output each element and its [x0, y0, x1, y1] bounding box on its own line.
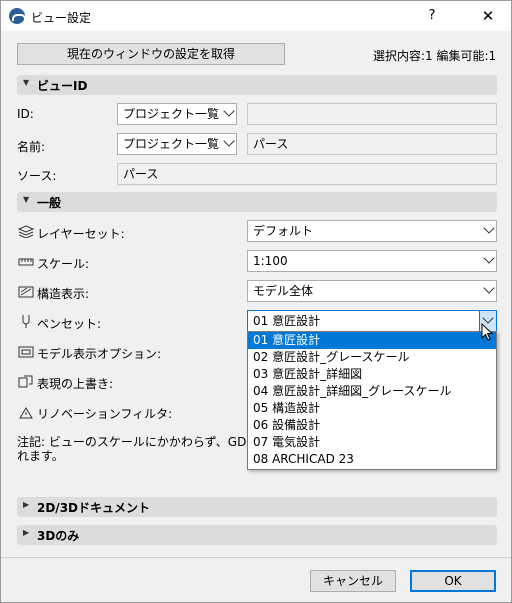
section-general[interactable]: ▼ 一般: [17, 192, 497, 212]
pen-set-option[interactable]: 01 意匠設計: [248, 332, 496, 349]
name-source-value: プロジェクト一覧: [123, 137, 220, 151]
chevron-down-icon: [223, 105, 235, 117]
layer-set-select[interactable]: デフォルト: [247, 220, 497, 242]
scale-value: 1:100: [253, 254, 288, 268]
cancel-button[interactable]: キャンセル: [310, 570, 396, 592]
pen-icon: [22, 315, 30, 328]
title-bar: ビュー設定 ? ✕: [1, 1, 511, 31]
id-source-value: プロジェクト一覧: [123, 107, 220, 121]
note-line-2: れます。: [17, 449, 64, 463]
renovation-filter-icon: [19, 407, 33, 419]
layers-icon: [18, 225, 34, 238]
window-title: ビュー設定: [31, 11, 92, 25]
mouse-cursor-icon: [481, 323, 494, 341]
pen-set-value: 01 意匠設計: [253, 314, 321, 328]
chevron-down-icon: [482, 312, 494, 324]
name-label: 名前:: [17, 140, 46, 154]
pen-set-option[interactable]: 04 意匠設計_詳細図_グレースケール: [248, 383, 496, 400]
section-title: 一般: [37, 196, 62, 210]
name-field[interactable]: パース: [247, 133, 497, 155]
collapsed-arrow-icon: ▶: [23, 528, 30, 537]
selection-info: 選択内容:1 編集可能:1: [373, 49, 497, 63]
layer-set-value: デフォルト: [253, 224, 314, 238]
expand-arrow-icon: ▼: [23, 195, 30, 204]
footer-divider: [1, 557, 511, 558]
section-title: 3Dのみ: [37, 529, 80, 543]
structure-display-select[interactable]: モデル全体: [247, 280, 497, 302]
section-2d-3d-document[interactable]: ▶ 2D/3Dドキュメント: [17, 497, 497, 517]
graphic-override-icon: [18, 375, 33, 388]
pen-set-option[interactable]: 07 電気設計: [248, 434, 496, 451]
expand-arrow-icon: ▼: [23, 78, 30, 87]
scale-label: スケール:: [37, 257, 90, 271]
close-button[interactable]: ✕: [475, 5, 501, 27]
pen-set-option[interactable]: 02 意匠設計_グレースケール: [248, 349, 496, 366]
structure-display-label: 構造表示:: [37, 287, 90, 301]
archicad-app-icon: [9, 8, 26, 24]
model-display-options-label: モデル表示オプション:: [37, 347, 162, 361]
structure-display-value: モデル全体: [253, 284, 314, 298]
ruler-icon: [18, 258, 34, 266]
scale-select[interactable]: 1:100: [247, 250, 497, 272]
layer-set-label: レイヤーセット:: [37, 227, 125, 241]
source-label: ソース:: [17, 169, 57, 183]
section-view-id[interactable]: ▼ ビューID: [17, 75, 497, 95]
pen-set-option[interactable]: 06 設備設計: [248, 417, 496, 434]
name-source-select[interactable]: プロジェクト一覧: [117, 133, 237, 155]
structure-display-icon: [18, 286, 34, 298]
section-title: ビューID: [37, 79, 88, 93]
pen-set-label: ペンセット:: [37, 317, 102, 331]
id-source-select[interactable]: プロジェクト一覧: [117, 103, 237, 125]
chevron-down-icon: [483, 252, 495, 264]
help-button[interactable]: ?: [421, 5, 443, 27]
ok-button[interactable]: OK: [410, 570, 496, 592]
section-3d-only[interactable]: ▶ 3Dのみ: [17, 525, 497, 545]
pen-set-select[interactable]: 01 意匠設計: [247, 310, 497, 332]
pen-set-option[interactable]: 08 ARCHICAD 23: [248, 451, 496, 468]
graphic-override-label: 表現の上書き:: [37, 377, 114, 391]
renovation-filter-label: リノベーションフィルタ:: [37, 407, 173, 421]
id-label: ID:: [17, 107, 34, 121]
pen-set-dropdown-list[interactable]: 01 意匠設計 02 意匠設計_グレースケール 03 意匠設計_詳細図 04 意…: [247, 331, 497, 470]
collapsed-arrow-icon: ▶: [23, 500, 30, 509]
view-settings-dialog: ビュー設定 ? ✕ 現在のウィンドウの設定を取得 選択内容:1 編集可能:1 ▼…: [0, 0, 512, 603]
id-field[interactable]: [247, 103, 497, 125]
model-display-icon: [18, 346, 34, 358]
source-field: パース: [117, 163, 497, 185]
pen-set-option[interactable]: 03 意匠設計_詳細図: [248, 366, 496, 383]
pen-set-option[interactable]: 05 構造設計: [248, 400, 496, 417]
chevron-down-icon: [223, 135, 235, 147]
chevron-down-icon: [483, 282, 495, 294]
get-current-window-settings-button[interactable]: 現在のウィンドウの設定を取得: [17, 43, 285, 65]
section-title: 2D/3Dドキュメント: [37, 501, 151, 515]
chevron-down-icon: [483, 222, 495, 234]
